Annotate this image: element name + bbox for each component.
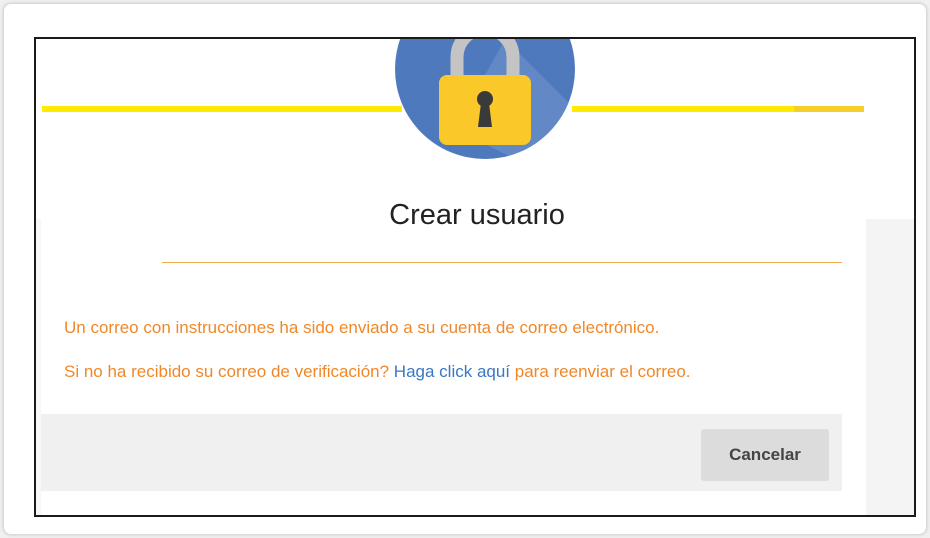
resend-email-link[interactable]: Haga click aquí (394, 362, 510, 381)
header-yellow-bar-left (42, 106, 402, 112)
dialog-footer: Cancelar (41, 414, 842, 491)
padlock-icon (395, 39, 575, 159)
header-yellow-bar-tail (794, 106, 864, 112)
cancel-button[interactable]: Cancelar (701, 429, 829, 481)
email-sent-message: Un correo con instrucciones ha sido envi… (64, 318, 660, 337)
dialog-title: Crear usuario (389, 199, 565, 231)
dialog-right-panel (866, 219, 914, 515)
create-user-dialog: Crear usuario Un correo con instruccione… (34, 37, 916, 517)
resend-prefix-text: Si no ha recibido su correo de verificac… (64, 362, 394, 381)
header-yellow-bar-right (572, 106, 794, 112)
resend-message: Si no ha recibido su correo de verificac… (64, 362, 691, 382)
window-frame: Crear usuario Un correo con instruccione… (3, 3, 927, 535)
title-divider (162, 262, 842, 263)
resend-suffix-text: para reenviar el correo. (510, 362, 691, 381)
